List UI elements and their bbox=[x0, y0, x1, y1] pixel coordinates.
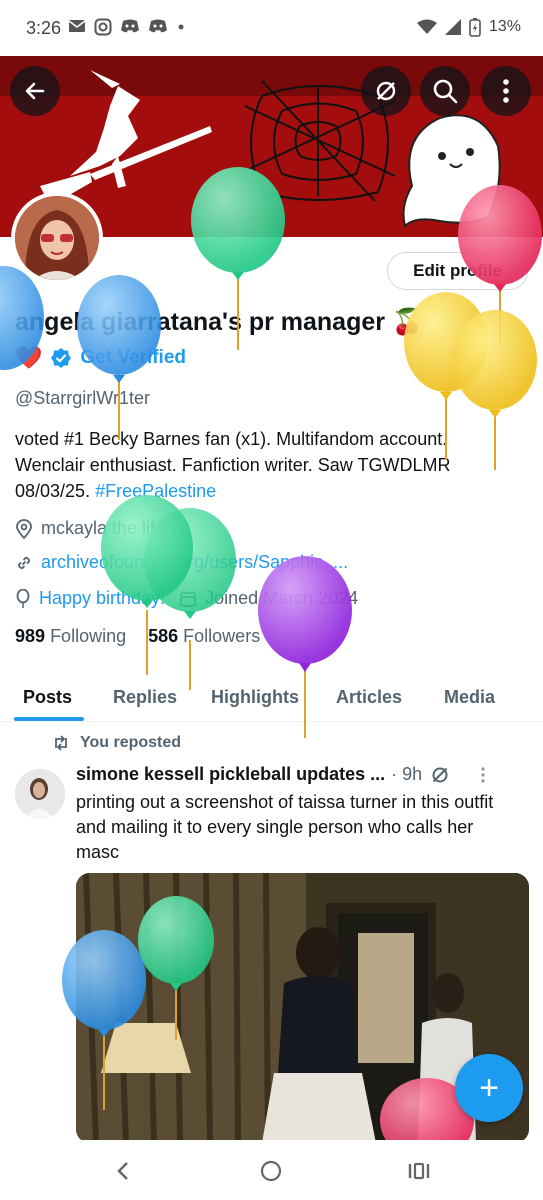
discord-icon bbox=[121, 19, 139, 33]
followers-count: 586 bbox=[148, 626, 179, 646]
verify-row: ❤️ Get Verified bbox=[15, 345, 186, 371]
birthday-joined-row: Happy birthday! Joined March 2024 bbox=[15, 588, 358, 609]
wifi-icon bbox=[416, 19, 437, 34]
bio-text: voted #1 Becky Barnes fan (x1). Multifan… bbox=[15, 429, 451, 501]
heart-emoji: ❤️ bbox=[15, 345, 43, 370]
more-button[interactable] bbox=[481, 66, 531, 116]
tweet-avatar-photo bbox=[15, 769, 65, 819]
avatar-photo bbox=[15, 196, 99, 280]
followers-label: Followers bbox=[183, 626, 261, 646]
repost-icon bbox=[55, 735, 67, 751]
profile-bio: voted #1 Becky Barnes fan (x1). Multifan… bbox=[15, 426, 515, 504]
instagram-icon bbox=[94, 18, 112, 36]
tweet-time: · 9h bbox=[391, 764, 423, 784]
recents-icon bbox=[408, 1162, 430, 1180]
following-label: Following bbox=[50, 626, 127, 646]
tweet-author-name[interactable]: simone kessell pickleball updates ... bbox=[76, 764, 385, 785]
get-verified-link[interactable]: Get Verified bbox=[80, 347, 186, 369]
witch-icon bbox=[40, 70, 212, 206]
home-circle-icon bbox=[260, 1160, 282, 1182]
no-sync-icon bbox=[432, 767, 448, 782]
battery-icon bbox=[469, 18, 481, 37]
tweet-author-avatar[interactable] bbox=[15, 769, 65, 819]
tab-replies[interactable]: Replies bbox=[113, 672, 177, 722]
nav-home-button[interactable] bbox=[256, 1156, 286, 1186]
mail-icon bbox=[68, 20, 86, 32]
notification-icons bbox=[68, 18, 186, 36]
nav-back-button[interactable] bbox=[108, 1156, 138, 1186]
status-time: 3:26 bbox=[26, 18, 62, 38]
display-name: angela giarratana's pr manager 🍒 bbox=[15, 308, 424, 336]
back-arrow-icon bbox=[25, 82, 45, 100]
profile-handle: @StarrgirlWr1ter bbox=[15, 388, 150, 408]
tab-articles[interactable]: Articles bbox=[336, 672, 402, 722]
verified-badge-icon bbox=[51, 348, 72, 368]
status-right: 13% bbox=[416, 17, 521, 37]
repost-label: You reposted bbox=[80, 734, 182, 751]
location-row: mckayla the life 20 bbox=[15, 518, 190, 539]
tab-posts[interactable]: Posts bbox=[23, 672, 72, 722]
battery-percent: 13% bbox=[488, 18, 521, 35]
no-sync-button[interactable] bbox=[361, 66, 411, 116]
link-icon bbox=[18, 556, 30, 569]
tweet-header: simone kessell pickleball updates ... · … bbox=[76, 764, 526, 785]
birthday-link[interactable]: Happy birthday! bbox=[39, 588, 165, 609]
profile-tabs: Posts Replies Highlights Articles Media bbox=[0, 672, 543, 722]
search-button[interactable] bbox=[420, 66, 470, 116]
location-text: mckayla the life 20 bbox=[41, 518, 191, 538]
location-pin-icon bbox=[16, 518, 32, 539]
balloon-icon bbox=[16, 588, 30, 608]
website-link[interactable]: archiveofourown.org/users/Sapphic_... bbox=[41, 552, 348, 573]
compose-post-button[interactable]: + bbox=[455, 1054, 523, 1122]
website-row: archiveofourown.org/users/Sapphic_... bbox=[15, 552, 348, 573]
follow-stats: 989 Following 586 Followers bbox=[15, 626, 260, 647]
tweet-text: printing out a screenshot of taissa turn… bbox=[76, 792, 494, 862]
bio-hashtag-link[interactable]: #FreePalestine bbox=[95, 481, 216, 501]
signal-icon bbox=[444, 19, 461, 35]
profile-avatar[interactable] bbox=[11, 192, 103, 284]
repost-indicator: You reposted bbox=[52, 734, 181, 752]
joined-text: Joined March 2024 bbox=[205, 588, 359, 608]
back-button[interactable] bbox=[10, 66, 60, 116]
tab-media[interactable]: Media bbox=[444, 672, 495, 722]
tab-highlights[interactable]: Highlights bbox=[211, 672, 299, 722]
edit-profile-button[interactable]: Edit profile bbox=[387, 252, 528, 290]
no-sync-icon bbox=[376, 81, 396, 101]
nav-recents-button[interactable] bbox=[404, 1156, 434, 1186]
discord-icon bbox=[149, 19, 167, 33]
calendar-icon bbox=[180, 591, 196, 607]
tweet-more-icon[interactable] bbox=[480, 766, 486, 784]
following-stat[interactable]: 989 Following bbox=[15, 626, 126, 647]
followers-stat[interactable]: 586 Followers bbox=[148, 626, 260, 647]
dot-icon bbox=[178, 24, 184, 30]
following-count: 989 bbox=[15, 626, 46, 646]
more-vertical-icon bbox=[503, 79, 509, 103]
ghost-icon bbox=[402, 114, 501, 228]
chevron-left-icon bbox=[117, 1162, 128, 1180]
active-tab-indicator bbox=[14, 717, 84, 721]
status-bar: 3:26 13% bbox=[0, 0, 543, 56]
plus-icon: + bbox=[479, 1068, 499, 1107]
search-icon bbox=[433, 79, 458, 104]
